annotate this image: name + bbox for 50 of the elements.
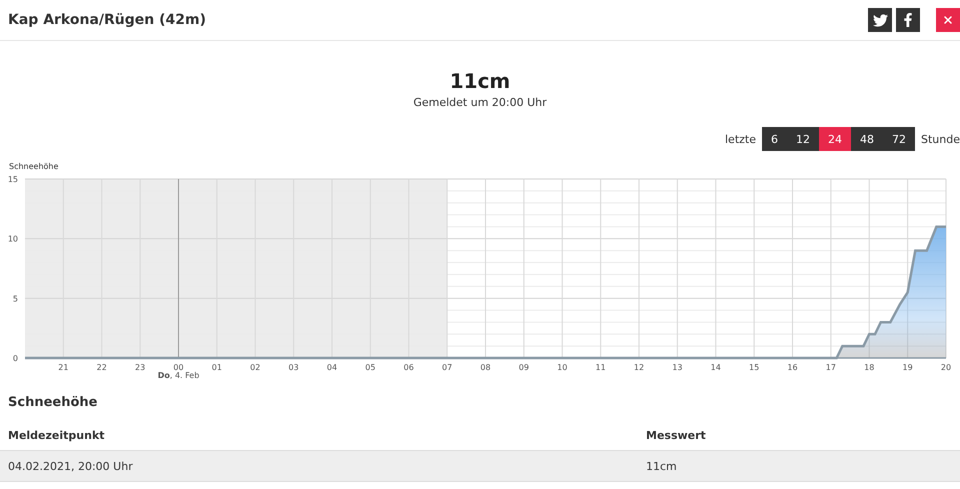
x-tick-label: 17 <box>826 363 836 372</box>
range-option[interactable]: 72 <box>883 127 915 151</box>
x-tick-label: 08 <box>480 363 491 372</box>
x-tick-label: 21 <box>58 363 68 372</box>
y-tick-label: 0 <box>12 354 18 363</box>
x-tick-label: 06 <box>404 363 414 372</box>
range-suffix: Stunde <box>920 132 960 146</box>
column-header: Meldezeitpunkt <box>8 428 106 442</box>
twitter-share-button[interactable] <box>868 8 892 32</box>
facebook-share-button[interactable] <box>896 8 920 32</box>
x-tick-label: 23 <box>135 363 146 372</box>
close-button[interactable] <box>936 8 960 32</box>
range-option[interactable]: 12 <box>787 127 819 151</box>
x-tick-label: 09 <box>518 363 529 372</box>
x-tick-label: 04 <box>326 363 338 372</box>
y-tick-label: 15 <box>8 175 18 184</box>
x-tick-label: 02 <box>250 363 260 372</box>
range-option[interactable]: 48 <box>851 127 883 151</box>
y-tick-label: 5 <box>12 294 18 304</box>
table-cell-text: 11cm <box>646 460 678 472</box>
x-tick-label: 18 <box>864 363 874 372</box>
x-tick-label: 07 <box>442 363 452 372</box>
x-tick-label: 20 <box>940 363 952 372</box>
x-tick-label: 01 <box>212 363 222 372</box>
x-tick-label: 11 <box>596 363 606 372</box>
x-tick-label: 12 <box>634 363 644 372</box>
report-time: Gemeldet um 20:00 Uhr <box>413 96 547 109</box>
x-tick-label: 19 <box>902 363 913 372</box>
section-heading: Schneehöhe <box>8 395 98 410</box>
y-tick-label: 10 <box>8 234 18 244</box>
x-tick-label: 13 <box>672 363 682 372</box>
table-cell-text: 04.02.2021, 20:00 Uhr <box>8 460 134 472</box>
x-tick-label: 03 <box>288 363 299 372</box>
range-option[interactable]: 6 <box>762 127 787 151</box>
x-tick-label: 14 <box>710 363 721 372</box>
x-tick-label: 10 <box>557 363 568 372</box>
bird-icon <box>872 12 888 28</box>
current-value: 11cm <box>450 69 510 93</box>
x-tick-label: 05 <box>365 363 376 372</box>
x-tick-label: 00 <box>173 363 184 372</box>
window-title: Kap Arkona/Rügen (42m) <box>8 12 207 28</box>
y-axis-title: Schneehöhe <box>9 162 58 171</box>
close-icon <box>942 14 954 26</box>
x-tick-label: 16 <box>787 363 798 372</box>
x-tick-label: 22 <box>96 363 107 372</box>
column-header: Messwert <box>646 428 707 442</box>
range-prefix: letzte <box>724 132 757 146</box>
x-tick-label: 15 <box>749 363 760 372</box>
date-label: Do, 4. Feb <box>158 371 200 380</box>
range-option[interactable]: 24 <box>819 127 851 151</box>
